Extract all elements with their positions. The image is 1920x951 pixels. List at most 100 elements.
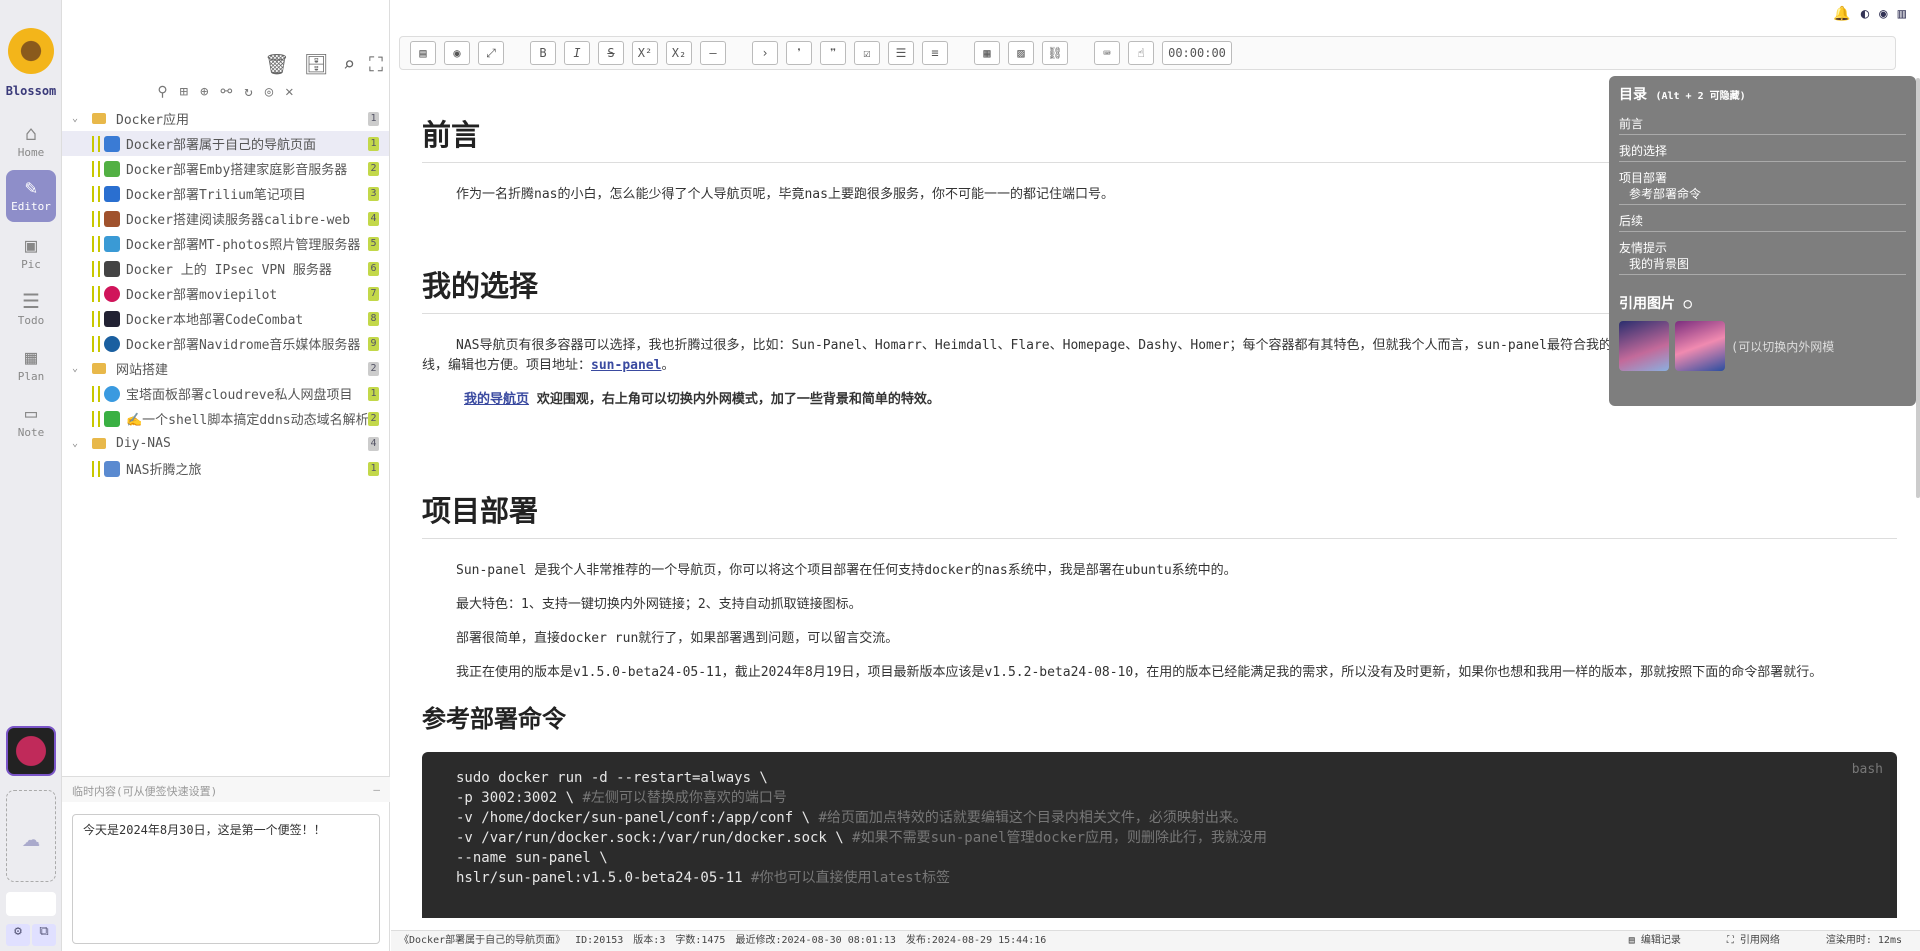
tree-doc[interactable]: Docker搭建阅读服务器calibre-web 4 xyxy=(62,206,389,231)
link-button[interactable]: ⛓ xyxy=(1042,41,1068,65)
memo-textarea[interactable]: 今天是2024年8月30日，这是第一个便签！！ xyxy=(72,814,380,944)
tree-doc[interactable]: 宝塔面板部署cloudreve私人网盘项目 1 xyxy=(62,381,389,406)
code-text: sudo docker run -d --restart=always \ xyxy=(456,770,768,786)
node-count: 1 xyxy=(368,461,379,476)
rail-item-plan[interactable]: ▦ Plan xyxy=(6,340,56,392)
node-count: 5 xyxy=(368,236,379,251)
code-text: hslr/sun-panel:v1.5.0-beta24-05-11 xyxy=(456,870,752,886)
my-nav-link[interactable]: 我的导航页 xyxy=(464,392,529,407)
rail-bottom-tools: ⚙ ⧉ xyxy=(6,924,56,946)
crop-icon[interactable]: ⧉ xyxy=(32,924,56,946)
timer-display[interactable]: 00:00:00 xyxy=(1162,41,1232,65)
node-count: 7 xyxy=(368,286,379,301)
unordered-list-button[interactable]: ≡ xyxy=(922,41,948,65)
frame-icon[interactable]: ⛶ xyxy=(369,52,383,76)
bold-button[interactable]: B xyxy=(530,41,556,65)
tree-doc[interactable]: Docker 上的 IPsec VPN 服务器 6 xyxy=(62,256,389,281)
node-label: ✍️一个shell脚本搞定ddns动态域名解析 xyxy=(126,413,368,428)
new-folder-icon[interactable]: ⊕ xyxy=(200,84,208,106)
trash-icon[interactable]: 🗑 xyxy=(264,52,289,76)
sun-panel-link[interactable]: sun-panel xyxy=(591,358,661,373)
tree-doc[interactable]: Docker部署Navidrome音乐媒体服务器 9 xyxy=(62,331,389,356)
toc-item[interactable]: 我的选择 xyxy=(1619,141,1906,162)
rail-item-pic[interactable]: ▣ Pic xyxy=(6,228,56,280)
subscript-button[interactable]: X₂ xyxy=(666,41,692,65)
double-quote-button[interactable]: ❞ xyxy=(820,41,846,65)
theme-toggle[interactable] xyxy=(6,892,56,916)
collapse-icon[interactable]: ✕ xyxy=(285,84,293,106)
status-version: 版本:3 xyxy=(633,935,666,946)
superscript-button[interactable]: X² xyxy=(632,41,658,65)
scrollbar[interactable] xyxy=(1916,78,1920,498)
pin-icon[interactable]: ⚲ xyxy=(157,84,167,106)
tree-doc[interactable]: Docker部署MT-photos照片管理服务器 5 xyxy=(62,231,389,256)
tree-doc[interactable]: Docker部署Emby搭建家庭影音服务器 2 xyxy=(62,156,389,181)
checklist-button[interactable]: ☑ xyxy=(854,41,880,65)
hr-button[interactable]: — xyxy=(700,41,726,65)
new-file-icon[interactable]: ⊞ xyxy=(180,84,188,106)
quote-arrow-button[interactable]: › xyxy=(752,41,778,65)
minimize-icon[interactable]: — xyxy=(373,783,380,796)
toc-item-label: 前言 xyxy=(1619,117,1644,131)
zoom-icon[interactable]: ⚯ xyxy=(221,84,233,106)
save-icon[interactable]: ▤ xyxy=(410,41,436,65)
rail-item-home[interactable]: ⌂ Home xyxy=(6,116,56,168)
toc-item[interactable]: 后续 xyxy=(1619,211,1906,232)
tree-doc[interactable]: Docker部署moviepilot 7 xyxy=(62,281,389,306)
archive-icon[interactable]: 🗄 xyxy=(304,52,329,76)
locate-icon[interactable]: ◎ xyxy=(265,84,273,106)
rail-item-editor[interactable]: ✎ Editor xyxy=(6,170,56,222)
tree-doc[interactable]: Docker部署属于自己的导航页面 1 xyxy=(62,131,389,156)
palette-icon[interactable]: ◐ xyxy=(1861,6,1869,22)
image-button[interactable]: ▨ xyxy=(1008,41,1034,65)
tree-folder[interactable]: ⌄ Docker应用 1 xyxy=(62,106,389,131)
todo-icon: ☰ xyxy=(22,289,40,313)
rail-item-note[interactable]: ▭ Note xyxy=(6,396,56,448)
net-ref-button[interactable]: ⛶ 引用网络 xyxy=(1727,931,1790,951)
tree-list: ⌄ Docker应用 1 Docker部署属于自己的导航页面 1 Docker部署Em… xyxy=(62,106,389,481)
indent-bar xyxy=(98,135,102,152)
doc-icon xyxy=(104,135,120,152)
pointer-button[interactable]: ☝ xyxy=(1128,41,1154,65)
node-label: NAS折腾之旅 xyxy=(126,463,202,478)
avatar[interactable] xyxy=(6,726,56,776)
toc-item[interactable]: 项目部署 参考部署命令 xyxy=(1619,168,1906,205)
ref-image-thumbnail[interactable] xyxy=(1675,321,1725,371)
refresh-icon[interactable]: ↻ xyxy=(244,84,252,106)
toc-item[interactable]: 前言 xyxy=(1619,114,1906,135)
toc-item[interactable]: 友情提示 我的背景图 xyxy=(1619,238,1906,275)
edit-log-button[interactable]: ▤ 编辑记录 xyxy=(1629,931,1691,951)
single-quote-button[interactable]: ❜ xyxy=(786,41,812,65)
tree-doc[interactable]: ✍️一个shell脚本搞定ddns动态域名解析 2 xyxy=(62,406,389,431)
tree-doc[interactable]: Docker部署Trilium笔记项目 3 xyxy=(62,181,389,206)
fullscreen-icon[interactable]: ⤢ xyxy=(478,41,504,65)
settings-icon[interactable]: ⚙ xyxy=(6,924,30,946)
keyboard-button[interactable]: ⌨ xyxy=(1094,41,1120,65)
code-comment: #如果不需要sun-panel管理docker应用，则删除此行，我就没用 xyxy=(852,830,1268,846)
rail-item-todo[interactable]: ☰ Todo xyxy=(6,284,56,336)
bell-icon[interactable]: 🔔 xyxy=(1833,6,1850,22)
toc-subitem[interactable]: 参考部署命令 xyxy=(1619,186,1906,202)
heading-deploy: 项目部署 xyxy=(422,488,1897,539)
search-icon[interactable]: ⌕ xyxy=(343,52,355,76)
preview-icon[interactable]: ◉ xyxy=(444,41,470,65)
node-label: Diy-NAS xyxy=(116,436,171,451)
ref-image-thumbnail[interactable] xyxy=(1619,321,1669,371)
toc-subitem[interactable]: 我的背景图 xyxy=(1619,256,1906,272)
tree-folder[interactable]: ⌄ Diy-NAS 4 xyxy=(62,431,389,456)
indent-bar xyxy=(98,385,102,402)
status-modified: 最近修改:2024-08-30 08:01:13 xyxy=(735,935,896,946)
strikethrough-button[interactable]: S xyxy=(598,41,624,65)
record-icon[interactable]: ◉ xyxy=(1879,6,1887,22)
upload-cloud-icon[interactable]: ☁ xyxy=(6,790,56,882)
tree-doc[interactable]: Docker本地部署CodeCombat 8 xyxy=(62,306,389,331)
italic-button[interactable]: I xyxy=(564,41,590,65)
ordered-list-button[interactable]: ☰ xyxy=(888,41,914,65)
tree-doc[interactable]: NAS折腾之旅 1 xyxy=(62,456,389,481)
refresh-icon[interactable]: ○ xyxy=(1683,296,1691,312)
table-button[interactable]: ▦ xyxy=(974,41,1000,65)
split-view-icon[interactable]: ▥ xyxy=(1898,6,1906,22)
code-block[interactable]: bash sudo docker run -d --restart=always… xyxy=(422,752,1897,918)
node-label: Docker应用 xyxy=(116,113,189,128)
tree-folder[interactable]: ⌄ 网站搭建 2 xyxy=(62,356,389,381)
